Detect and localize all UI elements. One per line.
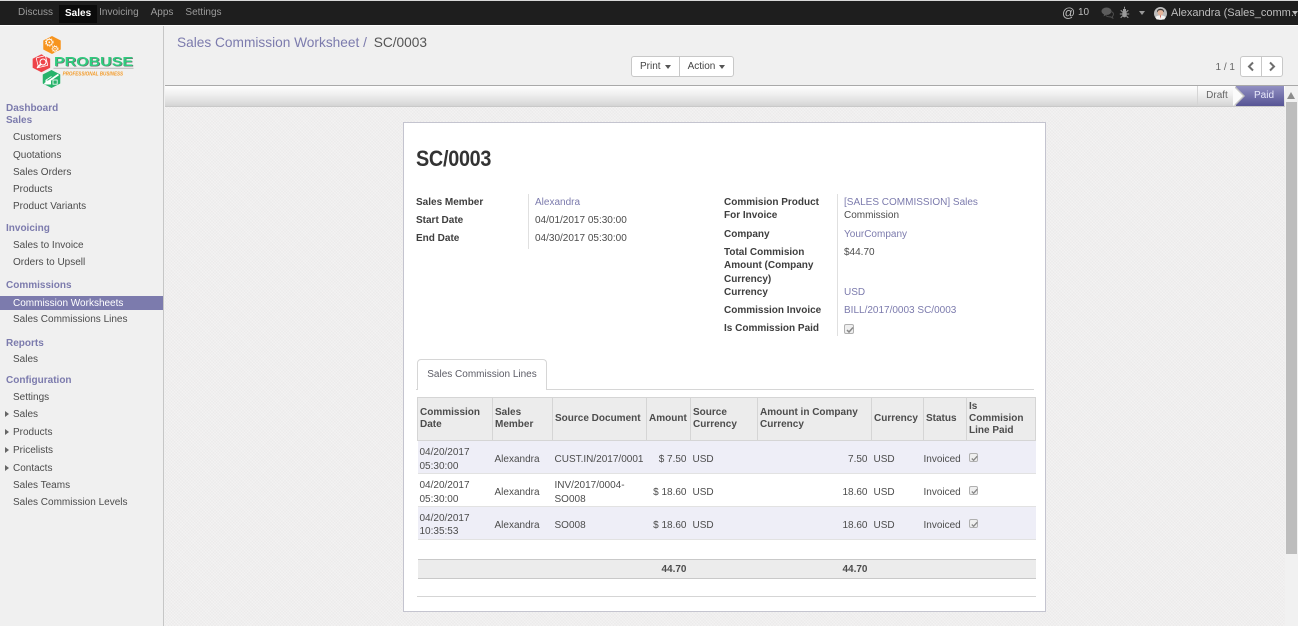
svg-text:PROBUSE: PROBUSE: [54, 54, 133, 69]
svg-text:PROFESSIONAL BUSINESS: PROFESSIONAL BUSINESS: [63, 72, 124, 78]
